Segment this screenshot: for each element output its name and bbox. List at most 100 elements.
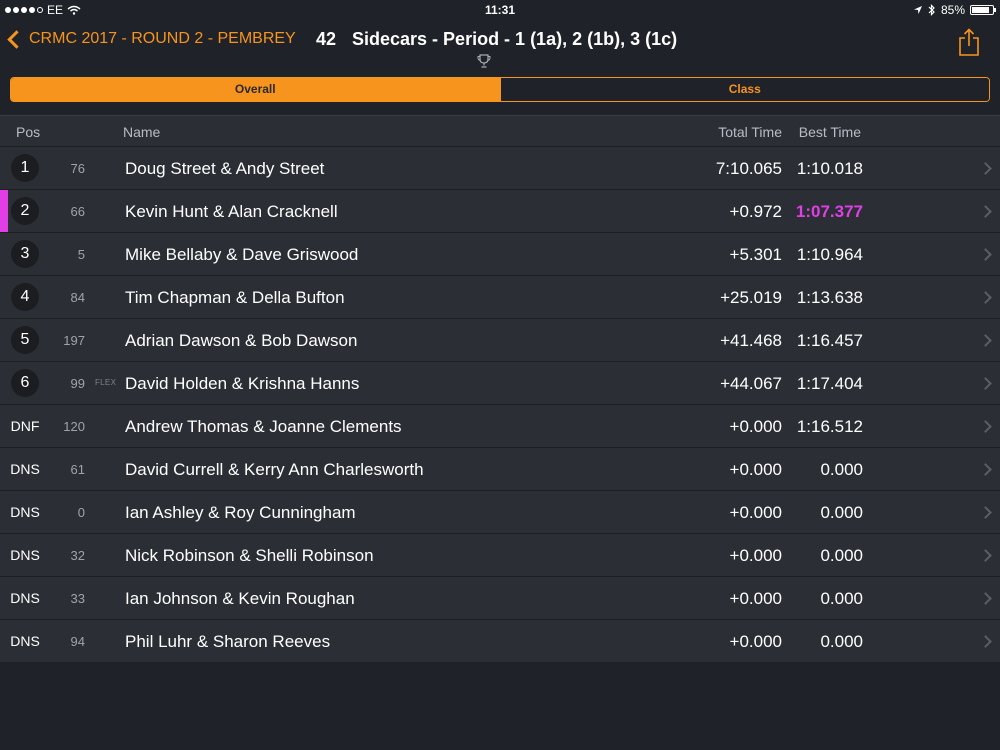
chevron-right-icon bbox=[979, 162, 992, 175]
table-row[interactable]: DNF 120 Andrew Thomas & Joanne Clements +0.… bbox=[0, 404, 1000, 447]
position-badge: 1 bbox=[11, 154, 39, 182]
total-time: +0.000 bbox=[729, 546, 782, 565]
car-number: 5 bbox=[77, 247, 85, 262]
battery-percent: 85% bbox=[940, 3, 965, 17]
chevron-right-icon bbox=[979, 248, 992, 261]
chevron-right-icon bbox=[979, 463, 992, 476]
driver-names: Phil Luhr & Sharon Reeves bbox=[125, 632, 331, 651]
view-segmented-control: Overall Class bbox=[10, 77, 990, 102]
back-button[interactable]: CRMC 2017 - ROUND 2 - PEMBREY bbox=[7, 29, 296, 49]
car-number: 120 bbox=[63, 419, 85, 434]
driver-names: Ian Johnson & Kevin Roughan bbox=[125, 589, 355, 608]
total-time: +0.000 bbox=[729, 589, 782, 608]
table-row[interactable]: DNS 94 Phil Luhr & Sharon Reeves +0.000 0.00… bbox=[0, 619, 1000, 662]
best-time: 0.000 bbox=[820, 503, 863, 522]
table-row[interactable]: DNS 32 Nick Robinson & Shelli Robinson +0.0… bbox=[0, 533, 1000, 576]
total-time: 7:10.065 bbox=[715, 159, 782, 178]
table-header: Pos Name Total Time Best Time bbox=[0, 115, 1000, 146]
driver-names: Kevin Hunt & Alan Cracknell bbox=[125, 202, 338, 221]
driver-names: Tim Chapman & Della Bufton bbox=[125, 288, 345, 307]
best-time: 1:10.964 bbox=[796, 245, 863, 264]
table-row[interactable]: 1 76 Doug Street & Andy Street 7:10.065 1:10… bbox=[0, 146, 1000, 189]
car-number: 61 bbox=[70, 462, 85, 477]
trophy-icon[interactable] bbox=[477, 54, 491, 68]
row-marker bbox=[0, 190, 8, 232]
position-badge: DNS bbox=[10, 504, 40, 520]
bluetooth-icon bbox=[928, 4, 935, 16]
best-time: 1:16.512 bbox=[796, 417, 863, 436]
best-time: 1:07.377 bbox=[795, 202, 863, 221]
position-badge: 4 bbox=[11, 283, 39, 311]
best-time: 1:13.638 bbox=[796, 288, 863, 307]
car-number: 94 bbox=[70, 634, 85, 649]
chevron-right-icon bbox=[979, 205, 992, 218]
app-screen: EE 11:31 85% CRMC 2017 - ROUND 2 - PEMBR… bbox=[0, 0, 1000, 750]
car-number: 33 bbox=[70, 591, 85, 606]
total-time: +41.468 bbox=[720, 331, 782, 350]
position-badge: 5 bbox=[11, 326, 39, 354]
tab-class[interactable]: Class bbox=[499, 78, 989, 101]
total-time: +44.067 bbox=[720, 374, 782, 393]
share-icon[interactable] bbox=[958, 28, 980, 56]
driver-names: Ian Ashley & Roy Cunningham bbox=[125, 503, 356, 522]
position-badge: DNS bbox=[10, 633, 40, 649]
header-pos: Pos bbox=[16, 124, 41, 140]
table-row[interactable]: DNS 61 David Currell & Kerry Ann Charleswo… bbox=[0, 447, 1000, 490]
chevron-right-icon bbox=[979, 377, 992, 390]
chevron-right-icon bbox=[979, 334, 992, 347]
chevron-left-icon bbox=[7, 29, 26, 49]
table-row[interactable]: DNS 0 Ian Ashley & Roy Cunningham +0.000 0.0… bbox=[0, 490, 1000, 533]
location-arrow-icon bbox=[913, 6, 922, 14]
table-row[interactable]: 4 84 Tim Chapman & Della Bufton +25.019 1:13… bbox=[0, 275, 1000, 318]
chevron-right-icon bbox=[979, 592, 992, 605]
back-button-label: CRMC 2017 - ROUND 2 - PEMBREY bbox=[29, 30, 296, 47]
best-time: 0.000 bbox=[820, 460, 863, 479]
header-total-time: Total Time bbox=[718, 124, 782, 140]
best-time: 1:16.457 bbox=[796, 331, 863, 350]
car-number: 76 bbox=[70, 161, 85, 176]
position-badge: DNS bbox=[10, 590, 40, 606]
results-table: Pos Name Total Time Best Time 1 76 Doug St… bbox=[0, 115, 1000, 662]
chevron-right-icon bbox=[979, 420, 992, 433]
total-time: +0.972 bbox=[729, 202, 782, 221]
best-time: 0.000 bbox=[820, 632, 863, 651]
position-badge: DNS bbox=[10, 547, 40, 563]
status-time: 11:31 bbox=[484, 3, 516, 17]
class-tag: FLEX bbox=[95, 378, 117, 387]
table-row[interactable]: 2 66 Kevin Hunt & Alan Cracknell +0.972 1:07… bbox=[0, 189, 1000, 232]
nav-bar: CRMC 2017 - ROUND 2 - PEMBREY 42 Sidecar… bbox=[0, 22, 1000, 70]
header-best-time: Best Time bbox=[798, 124, 861, 140]
battery-fill bbox=[972, 7, 989, 13]
total-time: +0.000 bbox=[729, 460, 782, 479]
car-number: 0 bbox=[77, 505, 85, 520]
table-row[interactable]: DNS 33 Ian Johnson & Kevin Roughan +0.000 0.… bbox=[0, 576, 1000, 619]
position-badge: DNF bbox=[10, 418, 40, 434]
car-number: 66 bbox=[70, 204, 85, 219]
table-row[interactable]: 5 197 Adrian Dawson & Bob Dawson +41.468 1:1… bbox=[0, 318, 1000, 361]
driver-names: Doug Street & Andy Street bbox=[125, 159, 325, 178]
car-number: 99 bbox=[70, 376, 85, 391]
battery-icon bbox=[970, 5, 996, 15]
table-row[interactable]: 3 5 Mike Bellaby & Dave Griswood +5.301 1:10… bbox=[0, 232, 1000, 275]
chevron-right-icon bbox=[979, 635, 992, 648]
driver-names: David Holden & Krishna Hanns bbox=[125, 374, 360, 393]
best-time: 0.000 bbox=[820, 546, 863, 565]
position-badge: DNS bbox=[10, 461, 40, 477]
car-number: 197 bbox=[63, 333, 85, 348]
position-badge: 3 bbox=[11, 240, 39, 268]
best-time: 1:17.404 bbox=[796, 374, 863, 393]
driver-names: Mike Bellaby & Dave Griswood bbox=[125, 245, 359, 264]
total-time: +0.000 bbox=[729, 417, 782, 436]
header-name: Name bbox=[123, 124, 161, 140]
chevron-right-icon bbox=[979, 291, 992, 304]
session-title: Sidecars - Period - 1 (1a), 2 (1b), 3 (1… bbox=[352, 29, 678, 49]
status-right: 85% bbox=[913, 3, 996, 17]
tab-overall[interactable]: Overall bbox=[11, 78, 500, 101]
total-time: +5.301 bbox=[729, 245, 782, 264]
total-time: +25.019 bbox=[720, 288, 782, 307]
table-row[interactable]: 6 99 FLEX David Holden & Krishna Hanns +44.0… bbox=[0, 361, 1000, 404]
total-time: +0.000 bbox=[729, 632, 782, 651]
best-time: 1:10.018 bbox=[796, 159, 863, 178]
total-time: +0.000 bbox=[729, 503, 782, 522]
driver-names: Adrian Dawson & Bob Dawson bbox=[125, 331, 358, 350]
